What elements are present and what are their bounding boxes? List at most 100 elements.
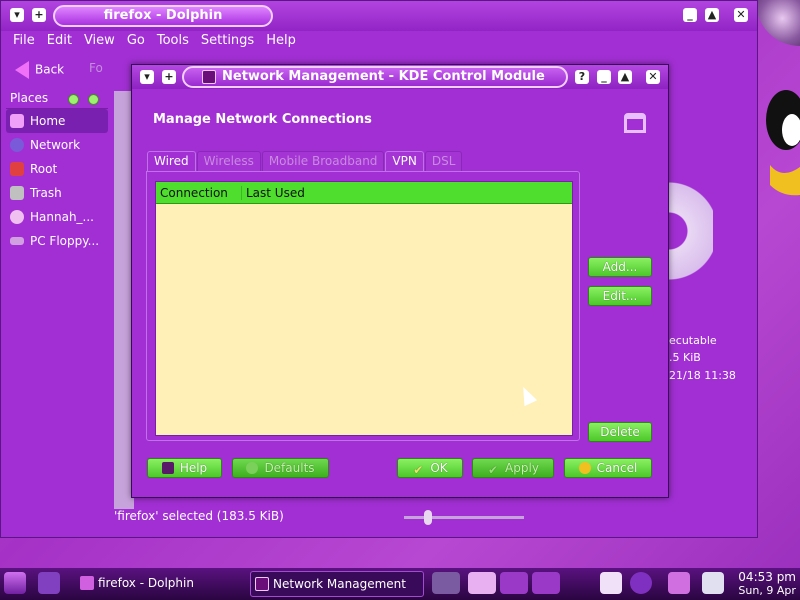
place-item-home[interactable]: Home	[6, 109, 108, 133]
close-icon[interactable]: ✕	[734, 8, 748, 22]
place-item-trash[interactable]: Trash	[6, 181, 108, 205]
sticky-icon[interactable]: +	[162, 70, 176, 84]
root-folder-icon	[10, 162, 24, 176]
desktop-corner-orb	[756, 0, 800, 46]
defaults-button[interactable]: Defaults	[232, 458, 329, 478]
network-manager-task-icon	[255, 577, 269, 591]
menu-view[interactable]: View	[78, 31, 121, 51]
dolphin-titlebar[interactable]: ▾ + firefox - Dolphin _ ▲ ✕	[1, 1, 757, 31]
minimize-icon[interactable]: _	[683, 8, 697, 22]
tools-icon[interactable]	[702, 572, 724, 594]
menu-edit[interactable]: Edit	[41, 31, 78, 51]
network-icon	[10, 138, 24, 152]
tab-wireless[interactable]: Wireless	[196, 151, 261, 171]
task-label: Network Management	[273, 577, 406, 591]
edit-button[interactable]: Edit...	[588, 286, 652, 306]
network-manager-logo-icon	[624, 113, 646, 133]
task-dolphin[interactable]: firefox - Dolphin	[76, 571, 244, 597]
pager-desktop-1[interactable]	[432, 572, 460, 594]
place-label: Network	[30, 138, 81, 152]
trash-icon	[10, 186, 24, 200]
network-tray-icon[interactable]	[668, 572, 690, 594]
connection-list[interactable]: Connection Last Used	[155, 181, 573, 436]
place-label: PC Floppy...	[30, 234, 100, 248]
delete-button[interactable]: Delete	[588, 422, 652, 442]
menu-help[interactable]: Help	[260, 31, 302, 51]
tab-wired[interactable]: Wired	[147, 151, 196, 171]
back-button[interactable]: Back	[15, 61, 64, 79]
connection-list-header: Connection Last Used	[156, 182, 572, 204]
close-icon[interactable]: ✕	[646, 70, 660, 84]
dialog-title: Network Management - KDE Control Module	[182, 66, 568, 88]
close-panel-icon[interactable]	[88, 94, 99, 105]
menu-file[interactable]: File	[7, 31, 41, 51]
clock[interactable]: 04:53 pm Sun, 9 Apr	[738, 570, 796, 598]
dialog-title-text: Network Management - KDE Control Module	[222, 69, 545, 84]
pager-desktop-3[interactable]	[500, 572, 528, 594]
information-panel: ecutable .5 KiB 21/18 11:38	[669, 91, 757, 511]
clock-time: 04:53 pm	[738, 570, 796, 584]
sticky-icon[interactable]: +	[32, 8, 46, 22]
dolphin-menubar: File Edit View Go Tools Settings Help	[1, 31, 757, 51]
place-item-floppy[interactable]: PC Floppy...	[6, 229, 108, 253]
maximize-icon[interactable]: ▲	[705, 8, 719, 22]
place-item-root[interactable]: Root	[6, 157, 108, 181]
dolphin-task-icon	[80, 576, 94, 590]
network-manager-icon	[202, 70, 216, 84]
window-menu-icon[interactable]: ▾	[140, 70, 154, 84]
info-icon[interactable]	[630, 572, 652, 594]
minimize-icon[interactable]: _	[597, 70, 611, 84]
help-button[interactable]: Help	[147, 458, 222, 478]
clock-date: Sun, 9 Apr	[738, 584, 796, 597]
float-panel-icon[interactable]	[68, 94, 79, 105]
help-button-label: Help	[179, 461, 208, 475]
dialog-titlebar[interactable]: ▾ + Network Management - KDE Control Mod…	[132, 65, 668, 89]
places-panel: Places Home Network Root Trash Hannah_..…	[6, 91, 108, 511]
cancel-button[interactable]: Cancel	[564, 458, 652, 478]
window-menu-icon[interactable]: ▾	[10, 8, 24, 22]
home-icon	[10, 114, 24, 128]
task-label: firefox - Dolphin	[98, 576, 194, 590]
place-label: Home	[30, 114, 66, 128]
ok-button[interactable]: ✔ OK	[397, 458, 463, 478]
zoom-slider[interactable]	[404, 510, 524, 525]
column-last-used[interactable]: Last Used	[242, 186, 305, 200]
network-management-dialog: ▾ + Network Management - KDE Control Mod…	[131, 64, 669, 498]
status-text: 'firefox' selected (183.5 KiB)	[114, 509, 284, 523]
place-label: Root	[30, 162, 58, 176]
info-modified: 21/18 11:38	[669, 369, 736, 382]
checkmark-icon: ✔	[488, 463, 499, 477]
ok-button-label: OK	[430, 461, 448, 475]
kde-menu-icon[interactable]	[4, 572, 26, 594]
dialog-heading: Manage Network Connections	[153, 112, 372, 127]
penguin-wallpaper-image	[766, 90, 800, 196]
menu-settings[interactable]: Settings	[195, 31, 260, 51]
place-item-network[interactable]: Network	[6, 133, 108, 157]
column-connection[interactable]: Connection	[156, 185, 242, 200]
task-network-management[interactable]: Network Management	[250, 571, 424, 597]
info-size: .5 KiB	[669, 351, 701, 364]
info-type: ecutable	[669, 334, 717, 347]
menu-go[interactable]: Go	[121, 31, 151, 51]
help-icon[interactable]: ?	[575, 70, 589, 84]
apply-button-label: Apply	[505, 461, 539, 475]
file-manager-launcher-icon[interactable]	[38, 572, 60, 594]
tab-dsl[interactable]: DSL	[424, 151, 463, 171]
tab-mobile-broadband[interactable]: Mobile Broadband	[261, 151, 385, 171]
maximize-icon[interactable]: ▲	[618, 70, 632, 84]
add-button[interactable]: Add...	[588, 257, 652, 277]
tab-vpn[interactable]: VPN	[385, 151, 424, 171]
apply-button[interactable]: ✔ Apply	[472, 458, 554, 478]
menu-tools[interactable]: Tools	[151, 31, 195, 51]
clipboard-icon[interactable]	[600, 572, 622, 594]
taskbar: firefox - Dolphin Network Management 04:…	[0, 568, 800, 600]
forward-button[interactable]: Fo	[89, 61, 103, 75]
place-item-hannah[interactable]: Hannah_...	[6, 205, 108, 229]
pager-desktop-4[interactable]	[532, 572, 560, 594]
zoom-slider-handle[interactable]	[424, 510, 432, 525]
place-label: Trash	[30, 186, 62, 200]
pager-desktop-2[interactable]	[468, 572, 496, 594]
floppy-icon	[10, 237, 24, 245]
wired-tab-panel: Connection Last Used	[146, 171, 580, 441]
checkmark-icon: ✔	[413, 463, 424, 477]
